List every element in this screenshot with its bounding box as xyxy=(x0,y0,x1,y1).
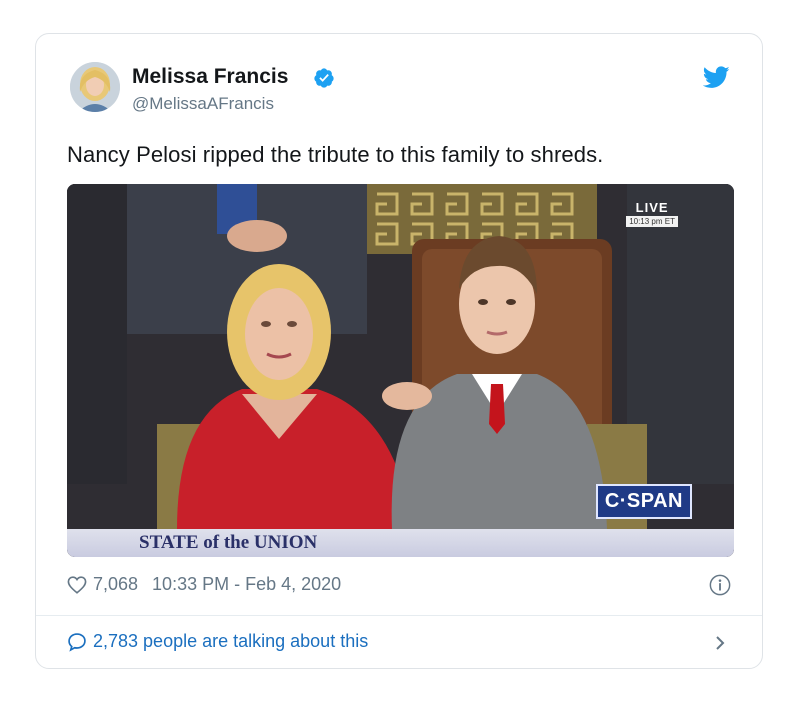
speech-bubble-icon xyxy=(68,632,86,652)
divider xyxy=(36,615,762,616)
tweet-text: Nancy Pelosi ripped the tribute to this … xyxy=(67,142,604,167)
tweet-media-image[interactable]: LIVE 10:13 pm ET C·SPAN STATE of the UNI… xyxy=(67,184,734,557)
author-name[interactable]: Melissa Francis xyxy=(132,65,288,89)
avatar[interactable] xyxy=(70,62,120,112)
like-count[interactable]: 7,068 xyxy=(93,574,138,595)
tweet-meta: 7,068 10:33 PM - Feb 4, 2020 xyxy=(67,574,341,595)
conversation-text[interactable]: 2,783 people are talking about this xyxy=(93,631,368,652)
heart-icon[interactable] xyxy=(67,575,87,594)
tweet-card[interactable]: Melissa Francis @MelissaAFrancis Nancy P… xyxy=(35,33,763,669)
twitter-bird-icon[interactable] xyxy=(703,66,730,89)
banner-text: STATE of the UNION xyxy=(139,532,318,553)
state-of-union-banner: STATE of the UNION xyxy=(67,529,734,557)
live-label: LIVE xyxy=(635,200,669,215)
author-handle[interactable]: @MelissaAFrancis xyxy=(132,94,274,114)
info-icon[interactable] xyxy=(709,574,731,596)
chevron-right-icon[interactable] xyxy=(714,635,726,651)
conversation-link[interactable]: 2,783 people are talking about this xyxy=(67,631,368,652)
tweet-timestamp[interactable]: 10:33 PM - Feb 4, 2020 xyxy=(152,574,341,595)
cspan-logo: C·SPAN xyxy=(595,484,692,519)
live-time: 10:13 pm ET xyxy=(626,216,678,227)
verified-badge-icon xyxy=(314,68,334,88)
live-badge: LIVE 10:13 pm ET xyxy=(626,200,678,227)
